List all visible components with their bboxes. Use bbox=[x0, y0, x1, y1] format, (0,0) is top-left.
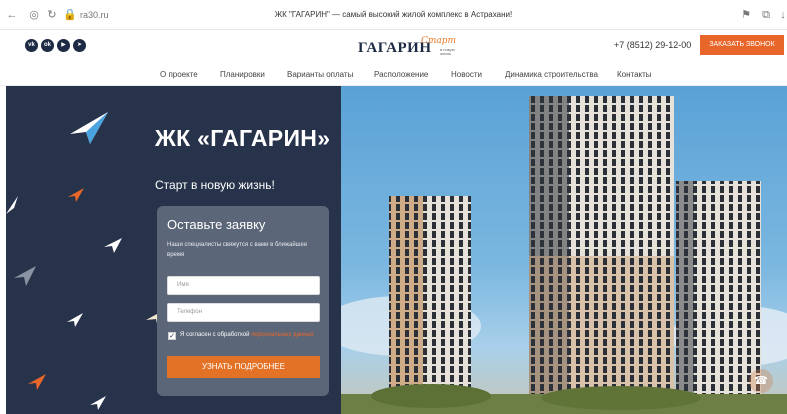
main-nav: О проекте Планировки Варианты оплаты Рас… bbox=[0, 62, 787, 86]
buildings-illustration bbox=[341, 96, 787, 414]
browser-toolbar: ← ◎ ↻ 🔒 ra30.ru ЖК "ГАГАРИН" — самый выс… bbox=[0, 0, 787, 30]
vk-icon[interactable]: vk bbox=[25, 39, 38, 52]
paper-plane-icon bbox=[67, 313, 83, 327]
paper-plane-icon bbox=[70, 112, 108, 144]
youtube-icon[interactable]: ▶ bbox=[57, 39, 70, 52]
nav-item-location[interactable]: Расположение bbox=[374, 70, 428, 79]
telegram-icon[interactable]: ➤ bbox=[73, 39, 86, 52]
phone-widget-icon[interactable]: ☎ bbox=[749, 369, 773, 393]
consent-label: Я согласен с обработкой персональных дан… bbox=[180, 332, 314, 338]
nav-item-news[interactable]: Новости bbox=[451, 70, 482, 79]
paper-plane-icon bbox=[104, 238, 122, 253]
privacy-link[interactable]: персональных данных bbox=[251, 332, 314, 338]
order-call-button[interactable]: ЗАКАЗАТЬ ЗВОНОК bbox=[700, 35, 784, 55]
nav-item-contacts[interactable]: Контакты bbox=[617, 70, 652, 79]
hero-image bbox=[341, 86, 787, 414]
bookmark-icon[interactable]: ⚑ bbox=[740, 9, 752, 21]
nav-item-layouts[interactable]: Планировки bbox=[220, 70, 265, 79]
phone-number[interactable]: +7 (8512) 29-12-00 bbox=[614, 40, 691, 50]
nav-item-payment[interactable]: Варианты оплаты bbox=[287, 70, 353, 79]
download-icon[interactable]: ↓ bbox=[780, 9, 786, 21]
ok-icon[interactable]: ok bbox=[41, 39, 54, 52]
phone-input[interactable]: Телефон bbox=[167, 303, 320, 322]
paper-plane-icon bbox=[6, 196, 18, 214]
paper-plane-icon bbox=[28, 374, 46, 390]
form-title: Оставьте заявку bbox=[167, 217, 266, 232]
hero-subtitle: Старт в новую жизнь! bbox=[155, 178, 275, 192]
logo-script: Старт bbox=[421, 36, 457, 46]
paper-plane-icon bbox=[68, 188, 84, 202]
nav-item-about[interactable]: О проекте bbox=[160, 70, 198, 79]
form-description: Наши специалисты свяжутся с вами в ближа… bbox=[167, 242, 308, 258]
consent-checkbox[interactable]: ✓ bbox=[168, 332, 176, 340]
extensions-icon[interactable]: ⧉ bbox=[760, 9, 772, 21]
logo-subtext: в новую жизнь bbox=[440, 47, 455, 56]
paper-plane-icon bbox=[14, 266, 36, 286]
nav-item-construction[interactable]: Динамика строительства bbox=[505, 70, 598, 79]
submit-button[interactable]: УЗНАТЬ ПОДРОБНЕЕ bbox=[167, 356, 320, 378]
hero-title: ЖК «ГАГАРИН» bbox=[155, 125, 331, 151]
name-input[interactable]: Имя bbox=[167, 276, 320, 295]
page-tab-title: ЖК "ГАГАРИН" — самый высокий жилой компл… bbox=[274, 10, 513, 19]
paper-plane-icon bbox=[90, 396, 106, 410]
